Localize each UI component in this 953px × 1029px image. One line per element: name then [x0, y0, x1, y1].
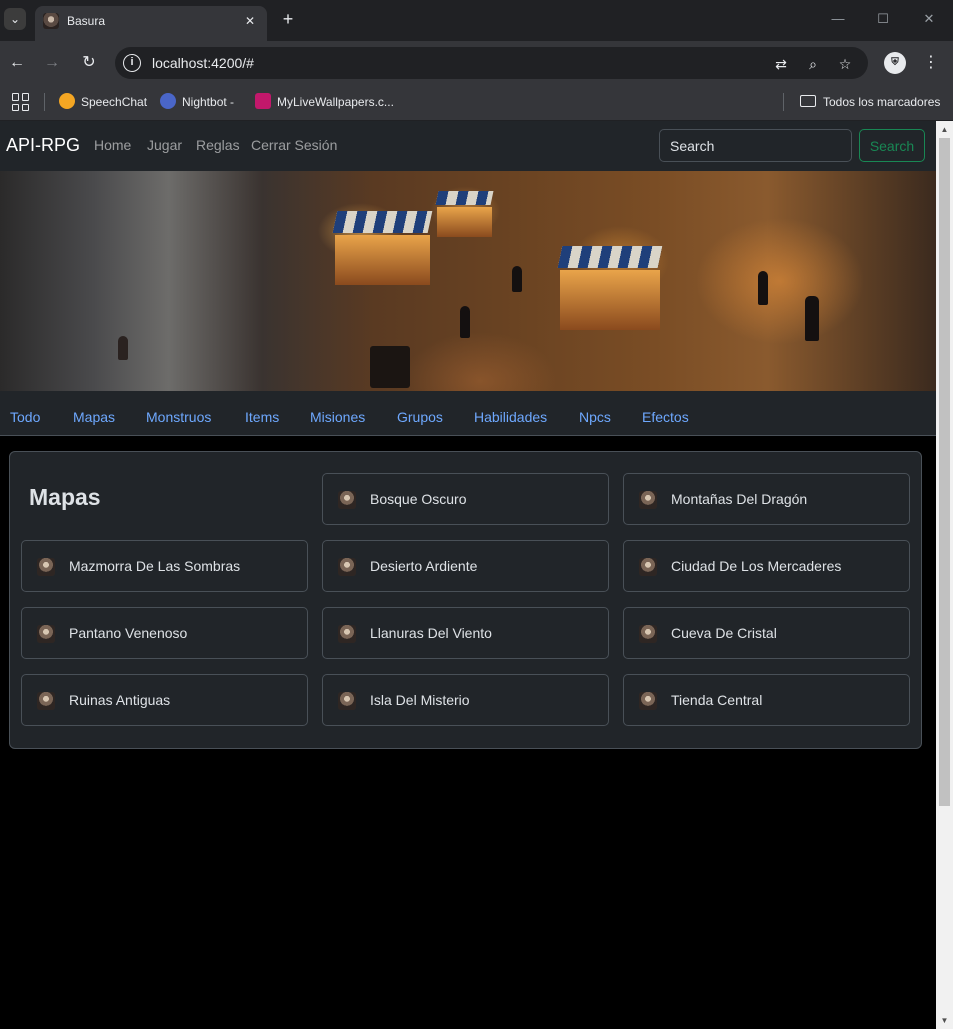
- app-navbar: API-RPG Home Jugar Reglas Cerrar Sesión …: [0, 121, 936, 171]
- maximize-icon[interactable]: ☐: [868, 8, 898, 30]
- map-icon: [639, 625, 657, 643]
- map-item[interactable]: Ruinas Antiguas: [21, 674, 308, 726]
- map-item[interactable]: Tienda Central: [623, 674, 910, 726]
- bookmark-separator: [783, 93, 784, 111]
- extension-icon[interactable]: ⛨: [884, 52, 906, 74]
- app-brand[interactable]: API-RPG: [6, 135, 80, 156]
- tab-strip: ⌄ Basura ✕ + — ☐ ✕: [0, 0, 953, 41]
- browser-tab[interactable]: Basura ✕: [35, 6, 267, 41]
- nav-cerrar-sesion[interactable]: Cerrar Sesión: [251, 137, 337, 153]
- address-bar[interactable]: i localhost:4200/# ⇄ ⌕ ☆: [115, 47, 868, 79]
- scroll-thumb[interactable]: [939, 138, 950, 806]
- nightbot-icon: [160, 93, 176, 109]
- maps-card: Mapas Bosque Oscuro Montañas Del Dragón …: [9, 451, 922, 749]
- map-icon: [37, 692, 55, 710]
- map-item[interactable]: Desierto Ardiente: [322, 540, 609, 592]
- nav-home[interactable]: Home: [94, 137, 131, 153]
- speechchat-icon: [59, 93, 75, 109]
- tab-items[interactable]: Items: [245, 409, 279, 425]
- minimize-icon[interactable]: —: [823, 8, 853, 30]
- all-bookmarks[interactable]: Todos los marcadores: [800, 92, 940, 112]
- tab-title: Basura: [67, 14, 106, 28]
- map-item[interactable]: Mazmorra De Las Sombras: [21, 540, 308, 592]
- bookmark-mylivewallpapers[interactable]: MyLiveWallpapers.c...: [255, 92, 394, 112]
- scroll-up-icon[interactable]: ▲: [936, 121, 953, 138]
- map-icon: [338, 491, 356, 509]
- forward-arrow-icon[interactable]: →: [41, 52, 63, 74]
- map-item[interactable]: Bosque Oscuro: [322, 473, 609, 525]
- map-icon: [37, 558, 55, 576]
- map-icon: [639, 558, 657, 576]
- translate-icon[interactable]: ⇄: [771, 54, 791, 74]
- bookmark-speechchat[interactable]: SpeechChat: [59, 92, 147, 112]
- reload-icon[interactable]: ↻: [78, 52, 100, 74]
- tab-search-dropdown-icon[interactable]: ⌄: [4, 8, 26, 30]
- tab-efectos[interactable]: Efectos: [642, 409, 689, 425]
- tab-misiones[interactable]: Misiones: [310, 409, 365, 425]
- map-item[interactable]: Llanuras Del Viento: [322, 607, 609, 659]
- bookmarks-bar: SpeechChat Nightbot - MyLiveWallpapers.c…: [0, 85, 953, 121]
- folder-icon: [800, 95, 816, 107]
- url-text[interactable]: localhost:4200/#: [152, 55, 254, 71]
- zoom-icon[interactable]: ⌕: [803, 54, 823, 74]
- map-icon: [338, 558, 356, 576]
- bookmark-separator: [44, 93, 45, 111]
- browser-toolbar: ← → ↻ i localhost:4200/# ⇄ ⌕ ☆: [0, 41, 953, 85]
- map-icon: [338, 625, 356, 643]
- category-tabs: Todo Mapas Monstruos Items Misiones Grup…: [0, 391, 936, 436]
- page-scrollbar[interactable]: ▲ ▼: [936, 121, 953, 1029]
- mylivewallpapers-icon: [255, 93, 271, 109]
- favicon-icon: [43, 13, 59, 29]
- tab-npcs[interactable]: Npcs: [579, 409, 611, 425]
- close-window-icon[interactable]: ✕: [914, 8, 944, 30]
- map-item[interactable]: Cueva De Cristal: [623, 607, 910, 659]
- map-item[interactable]: Ciudad De Los Mercaderes: [623, 540, 910, 592]
- tab-monstruos[interactable]: Monstruos: [146, 409, 211, 425]
- tab-habilidades[interactable]: Habilidades: [474, 409, 547, 425]
- banner-image: [0, 171, 936, 391]
- search-button[interactable]: Search: [859, 129, 925, 162]
- map-icon: [37, 625, 55, 643]
- nav-jugar[interactable]: Jugar: [147, 137, 182, 153]
- browser-menu-icon[interactable]: ⋮: [922, 52, 940, 74]
- bookmark-star-icon[interactable]: ☆: [835, 54, 855, 74]
- map-item[interactable]: Isla Del Misterio: [322, 674, 609, 726]
- map-icon: [639, 491, 657, 509]
- site-info-icon[interactable]: i: [123, 54, 141, 72]
- map-item[interactable]: Montañas Del Dragón: [623, 473, 910, 525]
- scroll-down-icon[interactable]: ▼: [936, 1012, 953, 1029]
- apps-grid-icon[interactable]: [12, 93, 30, 111]
- map-icon: [338, 692, 356, 710]
- tab-todo[interactable]: Todo: [10, 409, 40, 425]
- bookmark-nightbot[interactable]: Nightbot -: [160, 92, 234, 112]
- tab-mapas[interactable]: Mapas: [73, 409, 115, 425]
- map-icon: [639, 692, 657, 710]
- search-input[interactable]: [659, 129, 852, 162]
- tab-close-icon[interactable]: ✕: [241, 12, 259, 30]
- section-title: Mapas: [29, 484, 101, 510]
- map-item[interactable]: Pantano Venenoso: [21, 607, 308, 659]
- page-viewport: API-RPG Home Jugar Reglas Cerrar Sesión …: [0, 121, 936, 1029]
- back-arrow-icon[interactable]: ←: [6, 52, 28, 74]
- browser-window: ⌄ Basura ✕ + — ☐ ✕ ← → ↻ i localhost:420…: [0, 0, 953, 1029]
- new-tab-icon[interactable]: +: [278, 8, 298, 30]
- nav-reglas[interactable]: Reglas: [196, 137, 240, 153]
- tab-grupos[interactable]: Grupos: [397, 409, 443, 425]
